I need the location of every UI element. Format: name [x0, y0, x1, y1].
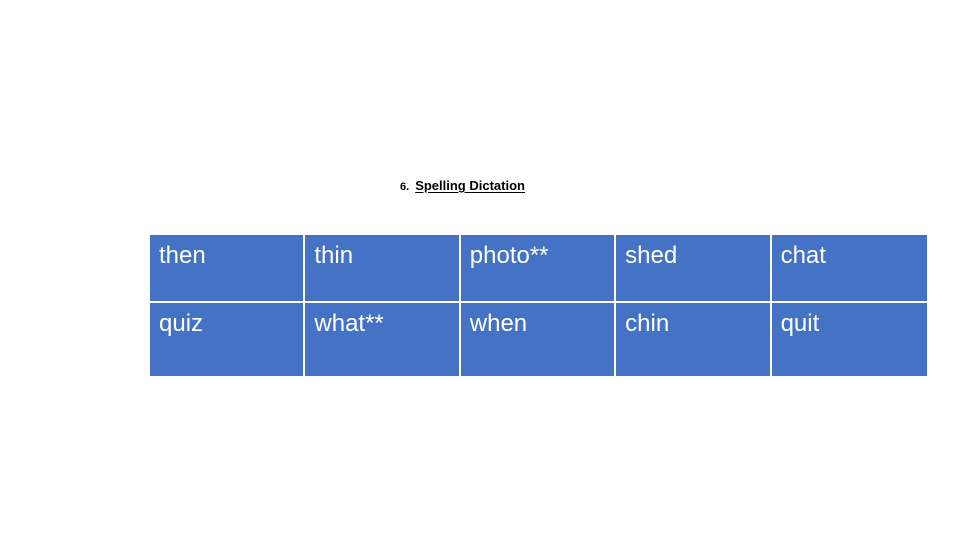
- table-row: then thin photo** shed chat: [150, 235, 927, 303]
- word-cell: chin: [616, 303, 772, 376]
- word-cell: thin: [305, 235, 461, 303]
- word-cell: quiz: [150, 303, 306, 376]
- page-title: Spelling Dictation: [415, 178, 525, 193]
- word-cell: photo**: [460, 235, 617, 303]
- word-cell: when: [460, 303, 617, 376]
- word-cell: shed: [616, 235, 772, 303]
- slide-canvas: 6. Spelling Dictation then thin photo** s…: [0, 0, 960, 540]
- word-cell: quit: [771, 303, 927, 376]
- table-row: quiz what** when chin quit: [150, 303, 927, 376]
- word-cell: what**: [305, 303, 461, 376]
- word-cell: then: [150, 235, 306, 303]
- section-number: 6.: [400, 181, 410, 193]
- word-cell: chat: [771, 235, 927, 303]
- section-heading: 6. Spelling Dictation: [400, 177, 525, 196]
- spelling-word-table: then thin photo** shed chat quiz what** …: [150, 235, 927, 376]
